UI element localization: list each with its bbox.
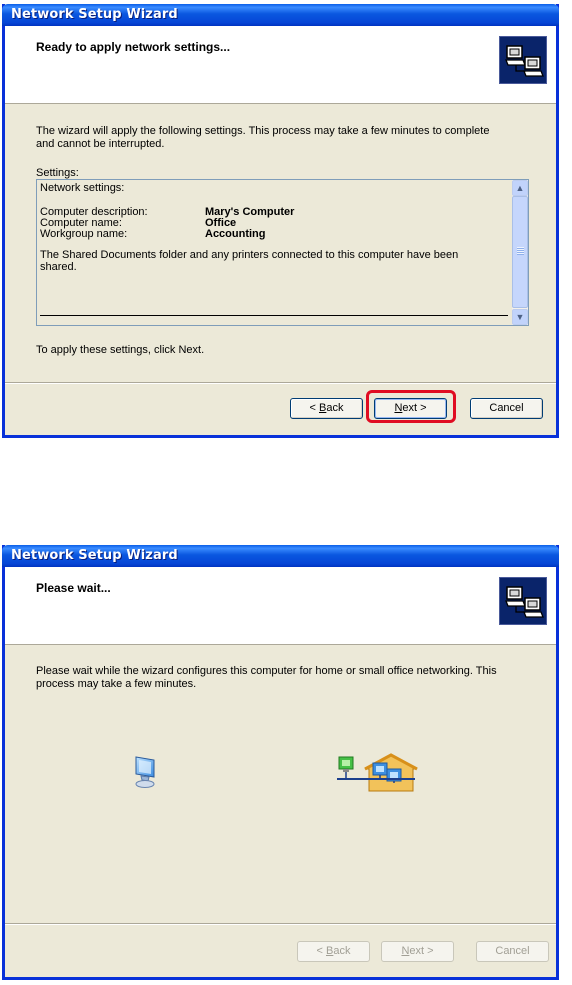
shared-line-2: shared. bbox=[40, 261, 77, 273]
network-setup-wizard-window-wait: Network Setup Wizard Please wait... Plea… bbox=[2, 545, 559, 980]
setting-value: Accounting bbox=[205, 228, 266, 240]
scroll-grip-icon bbox=[517, 247, 524, 255]
back-label: ack bbox=[333, 945, 351, 957]
computer-icon bbox=[133, 755, 159, 789]
header-title: Ready to apply network settings... bbox=[36, 40, 231, 54]
shared-line-1: The Shared Documents folder and any prin… bbox=[40, 249, 459, 261]
settings-row: Workgroup name: Accounting bbox=[40, 228, 510, 240]
next-label: ext > bbox=[402, 402, 427, 414]
back-prefix: < bbox=[316, 945, 326, 957]
network-computers-icon bbox=[499, 577, 547, 625]
cancel-label: Cancel bbox=[495, 945, 530, 957]
cancel-label: Cancel bbox=[489, 402, 524, 414]
back-button[interactable]: < Back bbox=[297, 941, 370, 962]
intro-text: Please wait while the wizard configures … bbox=[36, 665, 536, 691]
window-title: Network Setup Wizard bbox=[11, 7, 178, 22]
wizard-header: Please wait... bbox=[5, 567, 556, 645]
intro-line-2: process may take a few minutes. bbox=[36, 678, 197, 690]
scroll-thumb[interactable] bbox=[512, 196, 528, 308]
next-label: ext > bbox=[409, 945, 434, 957]
network-computers-icon bbox=[499, 36, 547, 84]
settings-row: Computer name: Office bbox=[40, 217, 510, 229]
footer-divider bbox=[5, 382, 556, 384]
next-button[interactable]: Next > bbox=[381, 941, 454, 962]
settings-content: Network settings: Computer description: … bbox=[40, 182, 510, 273]
intro-line-1: Please wait while the wizard configures … bbox=[36, 665, 497, 677]
back-label: ack bbox=[326, 402, 344, 414]
settings-label: Settings: bbox=[36, 167, 79, 179]
network-setup-wizard-window-apply: Network Setup Wizard Ready to apply netw… bbox=[2, 4, 559, 438]
separator-line bbox=[40, 315, 508, 316]
intro-line-2: and cannot be interrupted. bbox=[36, 138, 165, 150]
setting-key: Workgroup name: bbox=[40, 228, 128, 240]
settings-row: Computer description: Mary's Computer bbox=[40, 206, 510, 218]
network-home-icon bbox=[335, 753, 420, 793]
back-prefix: < bbox=[309, 402, 319, 414]
cancel-button[interactable]: Cancel bbox=[476, 941, 549, 962]
settings-textbox[interactable]: Network settings: Computer description: … bbox=[36, 179, 529, 326]
settings-heading: Network settings: bbox=[40, 182, 125, 194]
header-title: Please wait... bbox=[36, 581, 111, 595]
back-button[interactable]: < Back bbox=[290, 398, 363, 419]
scroll-up-button[interactable]: ▲ bbox=[512, 180, 528, 196]
intro-text: The wizard will apply the following sett… bbox=[36, 125, 536, 151]
scroll-down-button[interactable]: ▼ bbox=[512, 309, 528, 325]
next-button[interactable]: Next > bbox=[374, 398, 447, 419]
title-bar[interactable]: Network Setup Wizard bbox=[2, 4, 559, 26]
vertical-scrollbar[interactable]: ▲ ▼ bbox=[512, 180, 528, 325]
wizard-header: Ready to apply network settings... bbox=[5, 26, 556, 104]
cancel-button[interactable]: Cancel bbox=[470, 398, 543, 419]
footer-divider bbox=[5, 923, 556, 925]
title-bar[interactable]: Network Setup Wizard bbox=[2, 545, 559, 567]
intro-line-1: The wizard will apply the following sett… bbox=[36, 125, 490, 137]
apply-note: To apply these settings, click Next. bbox=[36, 344, 205, 356]
window-title: Network Setup Wizard bbox=[11, 548, 178, 563]
